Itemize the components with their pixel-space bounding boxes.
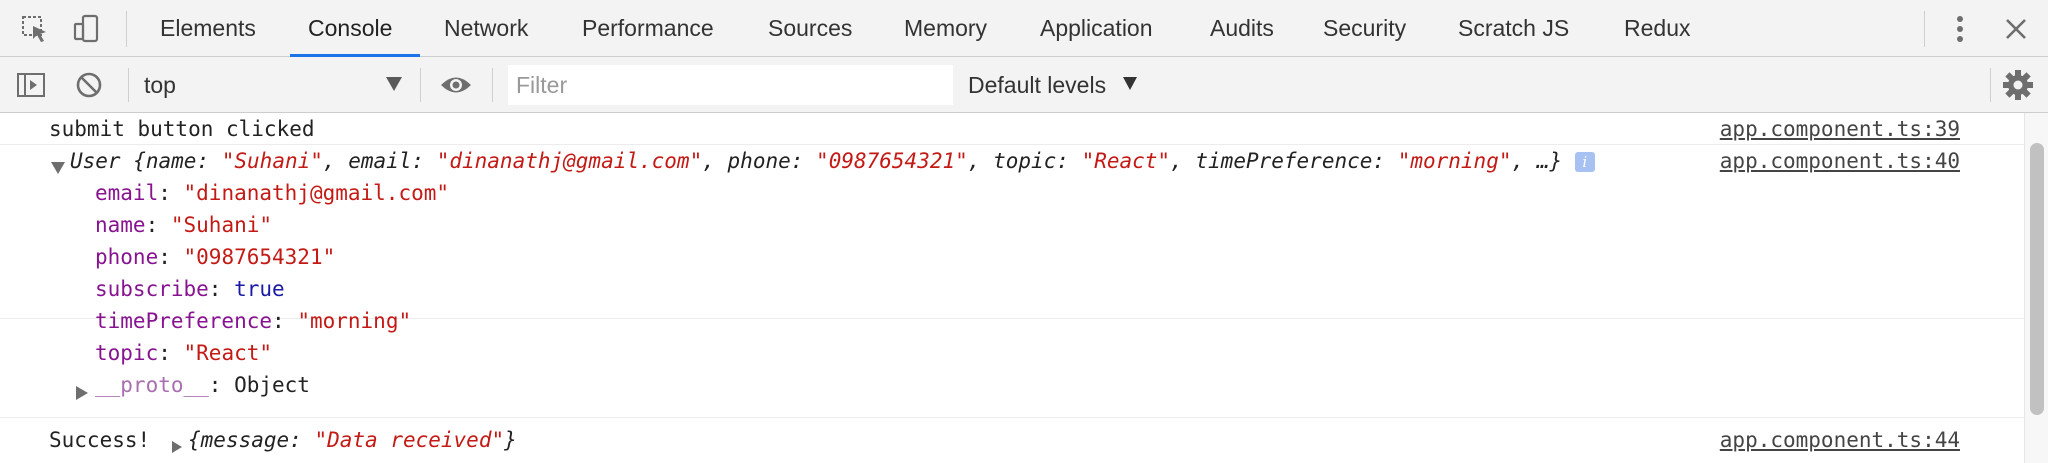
property-key: name: [95, 213, 146, 237]
property-value: "morning": [297, 309, 412, 333]
summary-value: "Data received": [314, 428, 505, 452]
object-property: subscribe: true: [95, 277, 285, 301]
tab-performance[interactable]: Performance: [582, 0, 714, 57]
object-property: name: "Suhani": [95, 213, 273, 237]
tab-audits[interactable]: Audits: [1210, 0, 1274, 57]
summary-value: "dinanathj@gmail.com": [436, 149, 703, 173]
close-icon[interactable]: [1996, 9, 2036, 49]
object-property: email: "dinanathj@gmail.com": [95, 181, 450, 205]
property-value: true: [234, 277, 285, 301]
tab-redux[interactable]: Redux: [1624, 0, 1690, 57]
property-key: __proto__: [95, 373, 209, 397]
device-toolbar-icon[interactable]: [68, 10, 106, 48]
property-value: "dinanathj@gmail.com": [183, 181, 450, 205]
log-prefix: Success!: [49, 428, 151, 452]
object-property[interactable]: __proto__: Object: [95, 373, 310, 397]
inspect-element-icon[interactable]: [16, 10, 54, 48]
console-message: Success! {message: "Data received"} app.…: [0, 418, 2024, 463]
console-output: submit button clicked app.component.ts:3…: [0, 113, 2048, 463]
summary-value: "morning": [1397, 149, 1512, 173]
gear-icon[interactable]: [1999, 66, 2037, 104]
expand-triangle-icon[interactable]: [76, 381, 88, 405]
summary-key: topic: [993, 149, 1057, 173]
toolbar-divider: [1990, 68, 1991, 102]
live-expression-eye-icon[interactable]: [437, 66, 475, 104]
property-value: Object: [234, 373, 310, 397]
sidebar-toggle-icon[interactable]: [12, 66, 50, 104]
summary-value: "React": [1081, 149, 1171, 173]
property-key: timePreference: [95, 309, 273, 333]
summary-value: "Suhani": [221, 149, 323, 173]
property-key: phone: [95, 245, 159, 269]
tab-console[interactable]: Console: [308, 0, 392, 57]
summary-key: timePreference: [1195, 149, 1373, 173]
tab-network[interactable]: Network: [444, 0, 528, 57]
object-property: timePreference: "morning": [95, 309, 412, 333]
tab-sources[interactable]: Sources: [768, 0, 852, 57]
summary-key: phone: [727, 149, 791, 173]
console-message: User {name: "Suhani", email: "dinanathj@…: [0, 145, 2024, 319]
devtools-tab-bar: Elements Console Network Performance Sou…: [0, 0, 2048, 57]
chevron-down-icon[interactable]: [386, 77, 402, 91]
filter-input[interactable]: [508, 65, 953, 105]
info-icon[interactable]: i: [1574, 152, 1595, 172]
summary-value: "0987654321": [816, 149, 968, 173]
console-toolbar: top Default levels: [0, 57, 2048, 113]
object-summary[interactable]: {message: "Data received"}: [188, 428, 517, 452]
property-key: topic: [95, 341, 159, 365]
tab-application[interactable]: Application: [1040, 0, 1153, 57]
property-value: "Suhani": [170, 213, 273, 237]
property-value: "React": [183, 341, 273, 365]
more-options-icon[interactable]: [1940, 9, 1980, 49]
summary-ellipsis: …}: [1536, 149, 1563, 173]
source-link[interactable]: app.component.ts:40: [1720, 149, 1960, 173]
context-selector[interactable]: top: [144, 57, 176, 113]
property-key: subscribe: [95, 277, 209, 301]
log-levels-dropdown[interactable]: Default levels: [968, 57, 1106, 113]
toolbar-divider: [420, 68, 421, 102]
property-value: "0987654321": [183, 245, 336, 269]
tab-divider: [1924, 11, 1925, 47]
toolbar-divider: [128, 68, 129, 102]
tab-divider: [126, 11, 127, 47]
class-name: User: [70, 149, 121, 173]
console-scrollbar[interactable]: [2024, 113, 2048, 463]
summary-key: email: [348, 149, 412, 173]
console-message: submit button clicked app.component.ts:3…: [0, 113, 2024, 145]
object-summary[interactable]: User {name: "Suhani", email: "dinanathj@…: [70, 149, 1595, 173]
tab-memory[interactable]: Memory: [904, 0, 987, 57]
source-link[interactable]: app.component.ts:44: [1720, 428, 1960, 452]
expand-triangle-icon[interactable]: [172, 434, 182, 458]
summary-key: message: [200, 428, 290, 452]
source-link[interactable]: app.component.ts:39: [1720, 117, 1960, 141]
property-key: email: [95, 181, 159, 205]
scrollbar-thumb[interactable]: [2030, 143, 2044, 415]
tab-elements[interactable]: Elements: [160, 0, 256, 57]
toolbar-divider: [492, 68, 493, 102]
chevron-down-icon[interactable]: [1123, 77, 1137, 90]
log-text: submit button clicked: [49, 117, 315, 141]
object-property: phone: "0987654321": [95, 245, 336, 269]
tab-scratch-js[interactable]: Scratch JS: [1458, 0, 1569, 57]
object-property: topic: "React": [95, 341, 273, 365]
tab-security[interactable]: Security: [1323, 0, 1406, 57]
log-text: Success!: [49, 428, 163, 452]
expand-triangle-icon[interactable]: [51, 155, 65, 179]
summary-key: name: [145, 149, 197, 173]
clear-console-icon[interactable]: [70, 66, 108, 104]
